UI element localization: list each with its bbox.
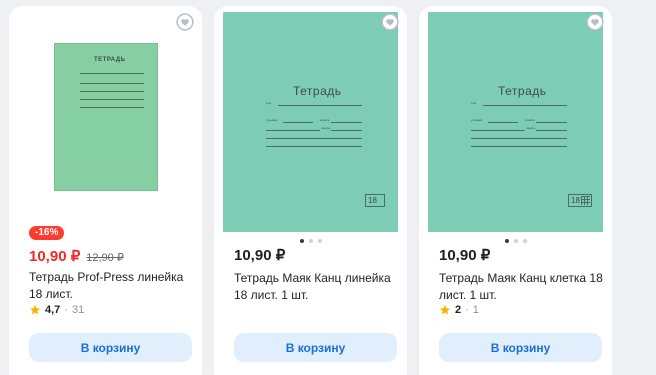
price: 10,90 ₽	[29, 248, 81, 265]
sheet-count: 18	[368, 196, 377, 205]
carousel-dot[interactable]	[513, 239, 518, 243]
cover-line	[536, 122, 567, 123]
product-image[interactable]: ТЕТРАДЬ	[9, 6, 202, 234]
favorite-button[interactable]	[586, 13, 604, 31]
cover-field-label: ученика	[266, 118, 278, 122]
cover-line	[283, 122, 313, 123]
cover-line	[80, 107, 144, 108]
rating[interactable]: 2 · 1	[439, 304, 479, 316]
sheet-count-box: 18	[365, 194, 385, 207]
cover-field-label: школы	[526, 126, 536, 130]
cover-line	[471, 146, 567, 147]
cover-field-label: для	[266, 101, 272, 105]
heart-icon	[586, 13, 604, 31]
review-separator: ·	[64, 304, 68, 316]
cover-title: Тетрадь	[498, 84, 547, 98]
product-card[interactable]: Тетрадь для ученика класса школы 18 10,9…	[214, 6, 407, 375]
review-separator: ·	[465, 304, 469, 316]
cover-line	[266, 138, 362, 139]
cover-line	[80, 73, 144, 74]
rating[interactable]: 4,7 · 31	[29, 304, 84, 316]
price: 10,90 ₽	[439, 247, 491, 264]
product-title[interactable]: Тетрадь Маяк Канц клетка 18 лист. 1 шт.	[439, 270, 604, 304]
cover-line	[331, 122, 362, 123]
cover-line	[483, 105, 567, 106]
rating-score: 4,7	[45, 304, 61, 316]
product-image[interactable]: Тетрадь для ученика класса школы 18	[223, 12, 398, 232]
cover-line	[488, 122, 518, 123]
notebook-cover: ТЕТРАДЬ	[54, 43, 158, 191]
product-card[interactable]: ТЕТРАДЬ -16% 10,90 ₽ 12,90 ₽ Тетрадь Pro…	[9, 6, 202, 375]
carousel-dot[interactable]	[299, 239, 304, 243]
price: 10,90 ₽	[234, 247, 286, 264]
sheet-count: 18	[571, 196, 580, 205]
favorite-button[interactable]	[176, 13, 194, 31]
product-title[interactable]: Тетрадь Маяк Канц линейка 18 лист. 1 шт.	[234, 270, 399, 304]
heart-icon	[176, 13, 194, 31]
grid-icon	[581, 196, 590, 205]
cover-field-label: класса	[320, 118, 330, 122]
cover-line	[80, 83, 144, 84]
cover-field-label: для	[471, 101, 477, 105]
rating-score: 2	[455, 304, 462, 316]
cover-field-label: класса	[525, 118, 535, 122]
cover-line	[331, 130, 362, 131]
image-carousel-dots[interactable]	[419, 239, 612, 243]
cover-field-label: ученика	[471, 118, 483, 122]
carousel-dot[interactable]	[308, 239, 313, 243]
cover-line	[80, 99, 144, 100]
review-count: 31	[71, 304, 85, 316]
product-image[interactable]: Тетрадь для ученика класса школы 18	[428, 12, 603, 232]
add-to-cart-button[interactable]: В корзину	[439, 333, 602, 362]
heart-icon	[381, 13, 399, 31]
star-icon	[30, 305, 40, 315]
cover-title: Тетрадь	[293, 84, 342, 98]
favorite-button[interactable]	[381, 13, 399, 31]
old-price: 12,90 ₽	[86, 252, 124, 264]
carousel-dot[interactable]	[522, 239, 527, 243]
carousel-dot[interactable]	[317, 239, 322, 243]
add-to-cart-button[interactable]: В корзину	[234, 333, 397, 362]
image-carousel-dots[interactable]	[214, 239, 407, 243]
cover-title: ТЕТРАДЬ	[94, 57, 126, 63]
price-row: 10,90 ₽ 12,90 ₽	[29, 247, 124, 265]
cover-line	[471, 138, 567, 139]
add-to-cart-button[interactable]: В корзину	[29, 333, 192, 362]
discount-badge: -16%	[29, 226, 65, 240]
cover-line	[536, 130, 567, 131]
sheet-count-box: 18	[568, 194, 592, 207]
cover-line	[266, 130, 320, 131]
cover-line	[266, 146, 362, 147]
carousel-dot[interactable]	[504, 239, 509, 243]
product-card[interactable]: Тетрадь для ученика класса школы 18 10,9…	[419, 6, 612, 375]
price-row: 10,90 ₽	[439, 246, 490, 264]
price-row: 10,90 ₽	[234, 246, 285, 264]
cover-line	[80, 91, 144, 92]
star-icon	[440, 305, 450, 315]
cover-field-label: школы	[321, 126, 331, 130]
cover-line	[278, 105, 362, 106]
review-count: 1	[472, 304, 479, 316]
cover-line	[471, 130, 525, 131]
product-title[interactable]: Тетрадь Prof-Press линейка 18 лист.	[29, 269, 194, 303]
